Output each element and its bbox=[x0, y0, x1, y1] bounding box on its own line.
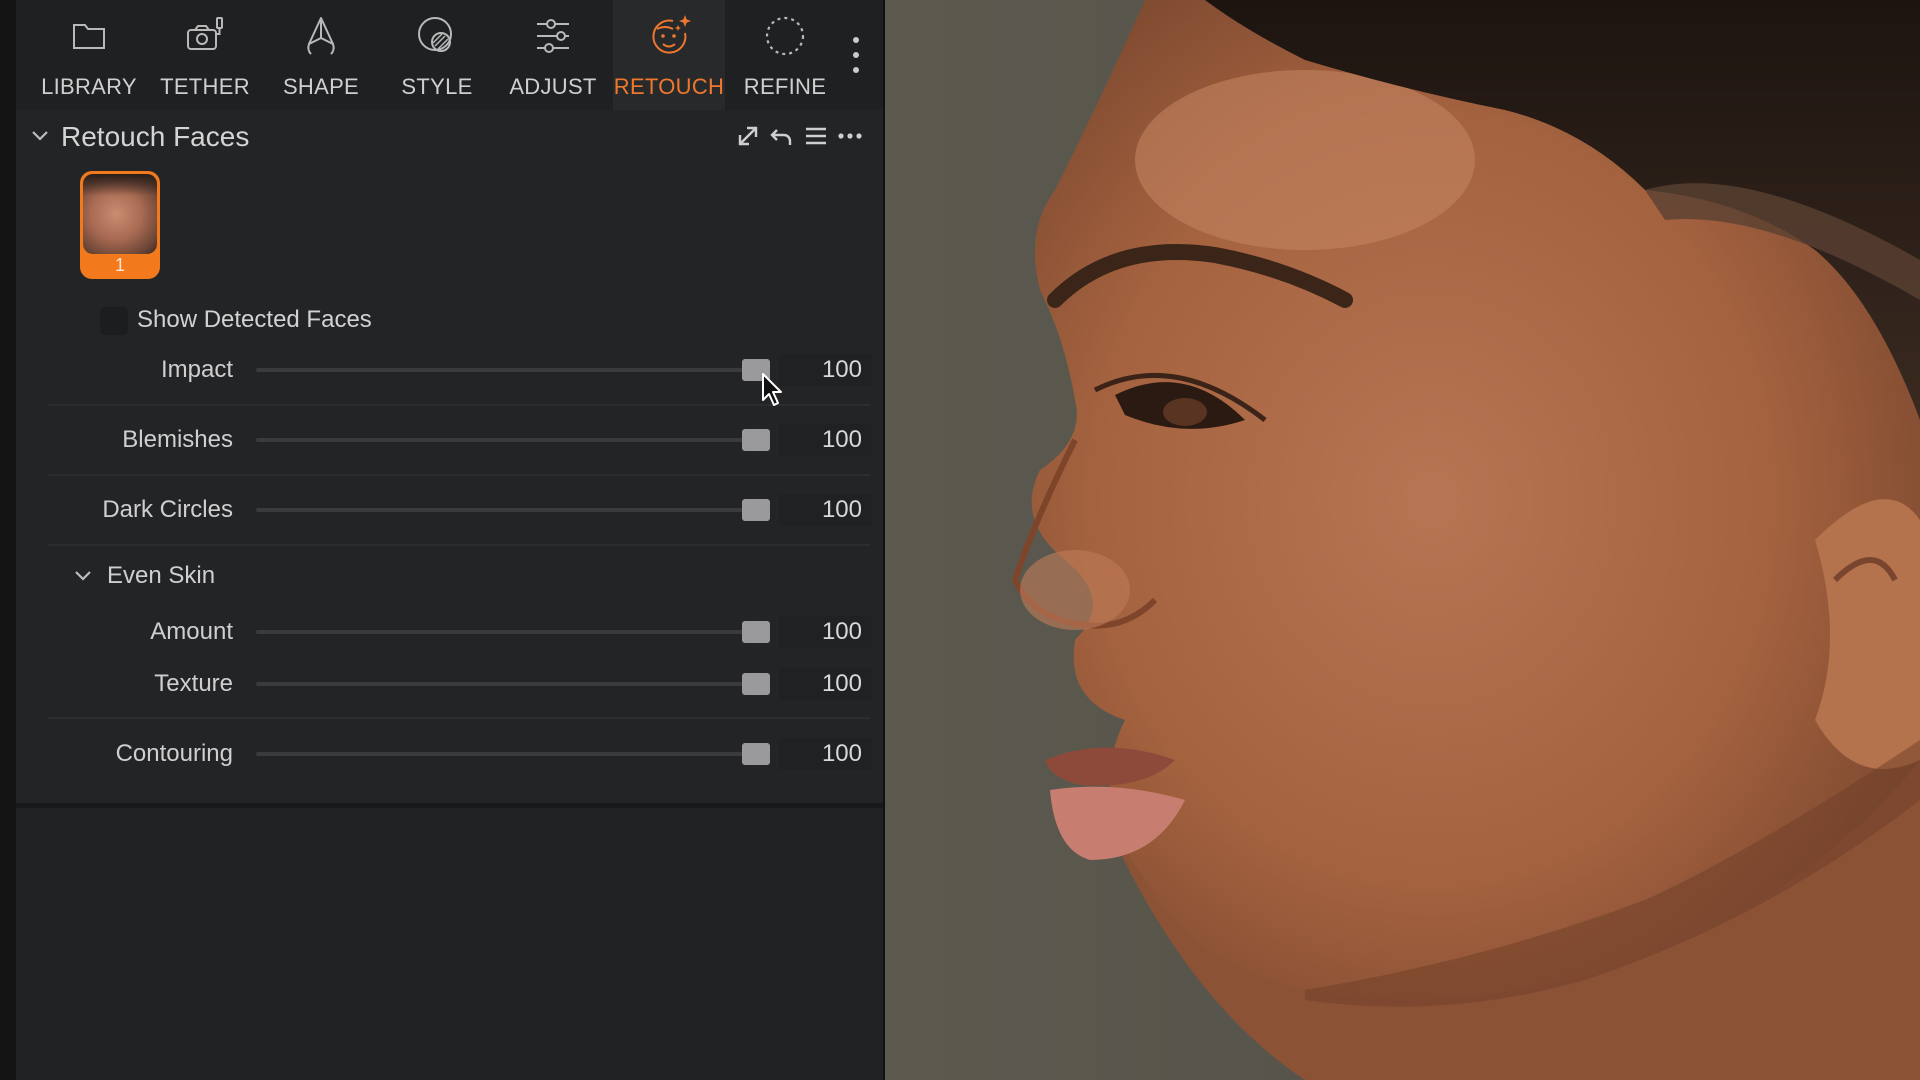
texture-slider-row: Texture 100 bbox=[16, 664, 883, 704]
style-icon bbox=[418, 17, 452, 52]
empty-tool-area bbox=[16, 808, 883, 1080]
contouring-value[interactable]: 100 bbox=[779, 738, 872, 770]
amount-slider-row: Amount 100 bbox=[16, 612, 883, 652]
dark-circles-value[interactable]: 100 bbox=[779, 494, 872, 526]
impact-value[interactable]: 100 bbox=[779, 354, 872, 386]
tab-tether-label: TETHER bbox=[160, 74, 250, 99]
camera-icon bbox=[187, 17, 223, 50]
tab-style-label: STYLE bbox=[401, 74, 473, 99]
shape-icon bbox=[307, 17, 335, 55]
texture-slider-thumb[interactable] bbox=[742, 673, 770, 695]
impact-slider-row: Impact 100 bbox=[16, 350, 883, 390]
dark-circles-slider-thumb[interactable] bbox=[742, 499, 770, 521]
face-thumbnail-hair bbox=[83, 174, 157, 196]
divider bbox=[48, 717, 870, 719]
texture-label: Texture bbox=[154, 670, 233, 697]
tab-tether[interactable]: TETHER bbox=[149, 0, 261, 110]
contouring-slider-row: Contouring 100 bbox=[16, 734, 883, 774]
more-icon[interactable] bbox=[836, 122, 864, 150]
retouch-face-icon bbox=[652, 15, 691, 54]
folder-icon bbox=[73, 24, 105, 49]
texture-value[interactable]: 100 bbox=[779, 668, 872, 700]
divider bbox=[48, 474, 870, 476]
divider bbox=[48, 404, 870, 406]
tab-retouch[interactable]: RETOUCH bbox=[613, 0, 725, 110]
blemishes-slider-row: Blemishes 100 bbox=[16, 420, 883, 460]
tool-tabs: LIBRARY TETHER SHAPE STYLE ADJUST RETOUC… bbox=[16, 0, 883, 110]
blemishes-label: Blemishes bbox=[122, 426, 233, 453]
undo-icon[interactable] bbox=[768, 122, 796, 150]
tab-library-label: LIBRARY bbox=[41, 74, 137, 99]
list-icon[interactable] bbox=[802, 122, 830, 150]
chevron-down-icon[interactable] bbox=[28, 124, 52, 148]
blemishes-value[interactable]: 100 bbox=[779, 424, 872, 456]
contouring-slider[interactable] bbox=[256, 752, 756, 756]
amount-slider-thumb[interactable] bbox=[742, 621, 770, 643]
divider bbox=[48, 544, 870, 546]
blemishes-slider-thumb[interactable] bbox=[742, 429, 770, 451]
dark-circles-label: Dark Circles bbox=[102, 496, 233, 523]
impact-label: Impact bbox=[160, 356, 233, 383]
tool-panel: LIBRARY TETHER SHAPE STYLE ADJUST RETOUC… bbox=[16, 0, 883, 1080]
amount-slider[interactable] bbox=[256, 630, 756, 634]
tab-retouch-label: RETOUCH bbox=[613, 74, 725, 99]
tab-refine[interactable]: REFINE bbox=[729, 0, 841, 110]
portrait-photo bbox=[1011, 0, 1920, 1080]
amount-label: Amount bbox=[150, 618, 233, 645]
image-viewer[interactable] bbox=[885, 0, 1920, 1080]
dark-circles-slider-row: Dark Circles 100 bbox=[16, 490, 883, 530]
even-skin-title: Even Skin bbox=[107, 562, 216, 589]
dark-circles-slider[interactable] bbox=[256, 508, 756, 512]
retouch-faces-header[interactable]: Retouch Faces bbox=[16, 112, 883, 162]
face-number: 1 bbox=[114, 255, 125, 275]
window-left-edge bbox=[0, 0, 16, 1080]
texture-slider[interactable] bbox=[256, 682, 756, 686]
vertical-ellipsis-icon[interactable] bbox=[846, 32, 866, 82]
contouring-slider-thumb[interactable] bbox=[742, 743, 770, 765]
blemishes-slider[interactable] bbox=[256, 438, 756, 442]
checkbox-box[interactable] bbox=[100, 307, 128, 335]
tab-shape[interactable]: SHAPE bbox=[265, 0, 377, 110]
detected-face-thumbnail[interactable]: 1 bbox=[80, 171, 160, 279]
tab-library[interactable]: LIBRARY bbox=[33, 0, 145, 110]
tab-style[interactable]: STYLE bbox=[381, 0, 493, 110]
contouring-label: Contouring bbox=[115, 740, 233, 767]
tab-adjust[interactable]: ADJUST bbox=[497, 0, 609, 110]
mouse-pointer-icon bbox=[762, 373, 782, 406]
refine-icon bbox=[765, 16, 805, 56]
chevron-down-icon[interactable] bbox=[71, 564, 95, 588]
show-detected-faces-label: Show Detected Faces bbox=[137, 306, 372, 333]
impact-slider[interactable] bbox=[256, 368, 756, 372]
tab-shape-label: SHAPE bbox=[282, 74, 360, 99]
sliders-icon bbox=[537, 19, 569, 53]
amount-value[interactable]: 100 bbox=[779, 616, 872, 648]
expand-icon[interactable] bbox=[734, 122, 762, 150]
tab-refine-label: REFINE bbox=[743, 74, 827, 99]
section-title: Retouch Faces bbox=[61, 121, 250, 152]
even-skin-header[interactable]: Even Skin bbox=[16, 556, 883, 596]
tab-adjust-label: ADJUST bbox=[509, 74, 597, 99]
